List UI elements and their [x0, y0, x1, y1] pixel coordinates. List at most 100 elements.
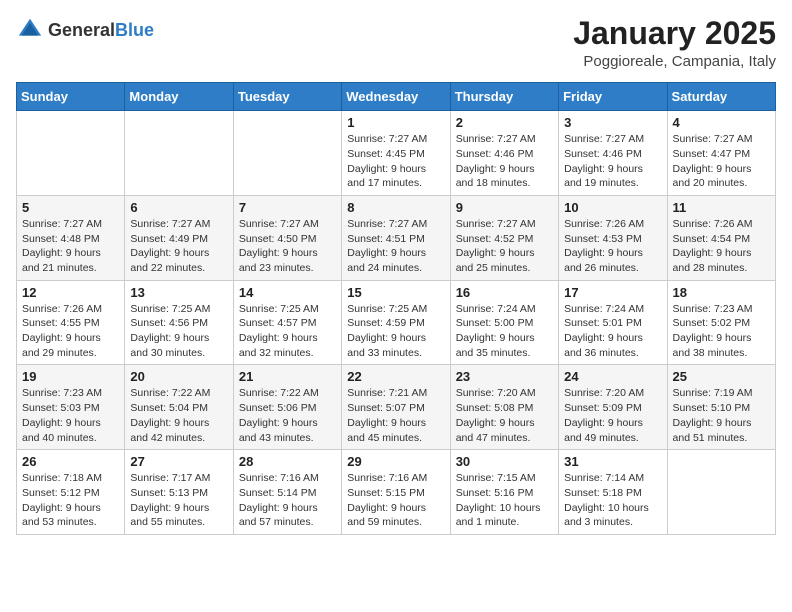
weekday-header-row: SundayMondayTuesdayWednesdayThursdayFrid…	[17, 83, 776, 111]
page-header: GeneralBlue January 2025 Poggioreale, Ca…	[16, 16, 776, 70]
day-info: Sunrise: 7:15 AM Sunset: 5:16 PM Dayligh…	[456, 471, 553, 530]
day-number: 3	[564, 115, 661, 130]
empty-day-cell	[667, 450, 775, 535]
day-info: Sunrise: 7:27 AM Sunset: 4:51 PM Dayligh…	[347, 217, 444, 276]
calendar-day-21: 21 Sunrise: 7:22 AM Sunset: 5:06 PM Dayli…	[233, 365, 341, 450]
calendar-week-row: 19 Sunrise: 7:23 AM Sunset: 5:03 PM Dayli…	[17, 365, 776, 450]
calendar-day-24: 24Sunrise: 7:20 AM Sunset: 5:09 PM Dayli…	[559, 365, 667, 450]
day-number: 24	[564, 369, 661, 384]
day-info: Sunrise: 7:22 AM Sunset: 5:06 PM Dayligh…	[239, 386, 336, 445]
calendar-day-17: 17Sunrise: 7:24 AM Sunset: 5:01 PM Dayli…	[559, 280, 667, 365]
day-info: Sunrise: 7:27 AM Sunset: 4:46 PM Dayligh…	[564, 132, 661, 191]
calendar-week-row: 5 Sunrise: 7:27 AM Sunset: 4:48 PM Daylig…	[17, 195, 776, 280]
calendar-day-1: 1 Sunrise: 7:27 AM Sunset: 4:45 PM Daylig…	[342, 111, 450, 196]
logo-icon	[16, 16, 44, 44]
day-number: 26	[22, 454, 119, 469]
calendar-day-12: 12Sunrise: 7:26 AM Sunset: 4:55 PM Dayli…	[17, 280, 125, 365]
logo-blue: Blue	[115, 20, 154, 40]
calendar-day-10: 10Sunrise: 7:26 AM Sunset: 4:53 PM Dayli…	[559, 195, 667, 280]
calendar-day-16: 16Sunrise: 7:24 AM Sunset: 5:00 PM Dayli…	[450, 280, 558, 365]
empty-day-cell	[233, 111, 341, 196]
weekday-header-wednesday: Wednesday	[342, 83, 450, 111]
day-info: Sunrise: 7:27 AM Sunset: 4:52 PM Dayligh…	[456, 217, 553, 276]
weekday-header-friday: Friday	[559, 83, 667, 111]
day-number: 25	[673, 369, 770, 384]
day-info: Sunrise: 7:27 AM Sunset: 4:50 PM Dayligh…	[239, 217, 336, 276]
day-number: 28	[239, 454, 336, 469]
day-info: Sunrise: 7:23 AM Sunset: 5:03 PM Dayligh…	[22, 386, 119, 445]
calendar-day-8: 8Sunrise: 7:27 AM Sunset: 4:51 PM Daylig…	[342, 195, 450, 280]
title-block: January 2025 Poggioreale, Campania, Ital…	[573, 16, 776, 70]
month-title: January 2025	[573, 16, 776, 51]
logo: GeneralBlue	[16, 16, 154, 44]
calendar-table: SundayMondayTuesdayWednesdayThursdayFrid…	[16, 82, 776, 535]
day-number: 6	[130, 200, 227, 215]
calendar-day-22: 22Sunrise: 7:21 AM Sunset: 5:07 PM Dayli…	[342, 365, 450, 450]
day-info: Sunrise: 7:24 AM Sunset: 5:00 PM Dayligh…	[456, 302, 553, 361]
calendar-day-18: 18 Sunrise: 7:23 AM Sunset: 5:02 PM Dayli…	[667, 280, 775, 365]
day-info: Sunrise: 7:25 AM Sunset: 4:57 PM Dayligh…	[239, 302, 336, 361]
day-info: Sunrise: 7:23 AM Sunset: 5:02 PM Dayligh…	[673, 302, 770, 361]
day-number: 9	[456, 200, 553, 215]
day-info: Sunrise: 7:27 AM Sunset: 4:46 PM Dayligh…	[456, 132, 553, 191]
day-number: 1	[347, 115, 444, 130]
logo-text: GeneralBlue	[48, 20, 154, 41]
day-number: 30	[456, 454, 553, 469]
calendar-week-row: 12Sunrise: 7:26 AM Sunset: 4:55 PM Dayli…	[17, 280, 776, 365]
day-info: Sunrise: 7:18 AM Sunset: 5:12 PM Dayligh…	[22, 471, 119, 530]
calendar-day-2: 2 Sunrise: 7:27 AM Sunset: 4:46 PM Daylig…	[450, 111, 558, 196]
day-number: 31	[564, 454, 661, 469]
day-info: Sunrise: 7:20 AM Sunset: 5:08 PM Dayligh…	[456, 386, 553, 445]
calendar-day-3: 3 Sunrise: 7:27 AM Sunset: 4:46 PM Daylig…	[559, 111, 667, 196]
calendar-day-19: 19 Sunrise: 7:23 AM Sunset: 5:03 PM Dayli…	[17, 365, 125, 450]
weekday-header-monday: Monday	[125, 83, 233, 111]
day-number: 27	[130, 454, 227, 469]
day-number: 20	[130, 369, 227, 384]
calendar-day-27: 27 Sunrise: 7:17 AM Sunset: 5:13 PM Dayli…	[125, 450, 233, 535]
day-info: Sunrise: 7:14 AM Sunset: 5:18 PM Dayligh…	[564, 471, 661, 530]
day-info: Sunrise: 7:22 AM Sunset: 5:04 PM Dayligh…	[130, 386, 227, 445]
day-info: Sunrise: 7:27 AM Sunset: 4:48 PM Dayligh…	[22, 217, 119, 276]
day-info: Sunrise: 7:26 AM Sunset: 4:53 PM Dayligh…	[564, 217, 661, 276]
calendar-day-14: 14 Sunrise: 7:25 AM Sunset: 4:57 PM Dayli…	[233, 280, 341, 365]
calendar-day-28: 28 Sunrise: 7:16 AM Sunset: 5:14 PM Dayli…	[233, 450, 341, 535]
calendar-day-20: 20 Sunrise: 7:22 AM Sunset: 5:04 PM Dayli…	[125, 365, 233, 450]
day-number: 21	[239, 369, 336, 384]
day-info: Sunrise: 7:25 AM Sunset: 4:56 PM Dayligh…	[130, 302, 227, 361]
calendar-day-26: 26 Sunrise: 7:18 AM Sunset: 5:12 PM Dayli…	[17, 450, 125, 535]
day-info: Sunrise: 7:26 AM Sunset: 4:54 PM Dayligh…	[673, 217, 770, 276]
calendar-day-30: 30 Sunrise: 7:15 AM Sunset: 5:16 PM Dayli…	[450, 450, 558, 535]
day-number: 29	[347, 454, 444, 469]
day-info: Sunrise: 7:26 AM Sunset: 4:55 PM Dayligh…	[22, 302, 119, 361]
day-number: 2	[456, 115, 553, 130]
calendar-week-row: 1 Sunrise: 7:27 AM Sunset: 4:45 PM Daylig…	[17, 111, 776, 196]
calendar-day-9: 9 Sunrise: 7:27 AM Sunset: 4:52 PM Daylig…	[450, 195, 558, 280]
day-number: 18	[673, 285, 770, 300]
weekday-header-thursday: Thursday	[450, 83, 558, 111]
weekday-header-sunday: Sunday	[17, 83, 125, 111]
day-info: Sunrise: 7:17 AM Sunset: 5:13 PM Dayligh…	[130, 471, 227, 530]
location-title: Poggioreale, Campania, Italy	[573, 53, 776, 70]
weekday-header-tuesday: Tuesday	[233, 83, 341, 111]
calendar-day-15: 15Sunrise: 7:25 AM Sunset: 4:59 PM Dayli…	[342, 280, 450, 365]
calendar-day-13: 13 Sunrise: 7:25 AM Sunset: 4:56 PM Dayli…	[125, 280, 233, 365]
day-info: Sunrise: 7:16 AM Sunset: 5:14 PM Dayligh…	[239, 471, 336, 530]
day-info: Sunrise: 7:27 AM Sunset: 4:47 PM Dayligh…	[673, 132, 770, 191]
calendar-day-5: 5 Sunrise: 7:27 AM Sunset: 4:48 PM Daylig…	[17, 195, 125, 280]
empty-day-cell	[125, 111, 233, 196]
day-info: Sunrise: 7:27 AM Sunset: 4:49 PM Dayligh…	[130, 217, 227, 276]
day-number: 19	[22, 369, 119, 384]
calendar-week-row: 26 Sunrise: 7:18 AM Sunset: 5:12 PM Dayli…	[17, 450, 776, 535]
day-info: Sunrise: 7:24 AM Sunset: 5:01 PM Dayligh…	[564, 302, 661, 361]
day-number: 5	[22, 200, 119, 215]
day-number: 13	[130, 285, 227, 300]
day-number: 15	[347, 285, 444, 300]
day-info: Sunrise: 7:21 AM Sunset: 5:07 PM Dayligh…	[347, 386, 444, 445]
day-number: 14	[239, 285, 336, 300]
empty-day-cell	[17, 111, 125, 196]
calendar-day-25: 25Sunrise: 7:19 AM Sunset: 5:10 PM Dayli…	[667, 365, 775, 450]
calendar-day-23: 23Sunrise: 7:20 AM Sunset: 5:08 PM Dayli…	[450, 365, 558, 450]
day-info: Sunrise: 7:27 AM Sunset: 4:45 PM Dayligh…	[347, 132, 444, 191]
day-number: 11	[673, 200, 770, 215]
weekday-header-saturday: Saturday	[667, 83, 775, 111]
